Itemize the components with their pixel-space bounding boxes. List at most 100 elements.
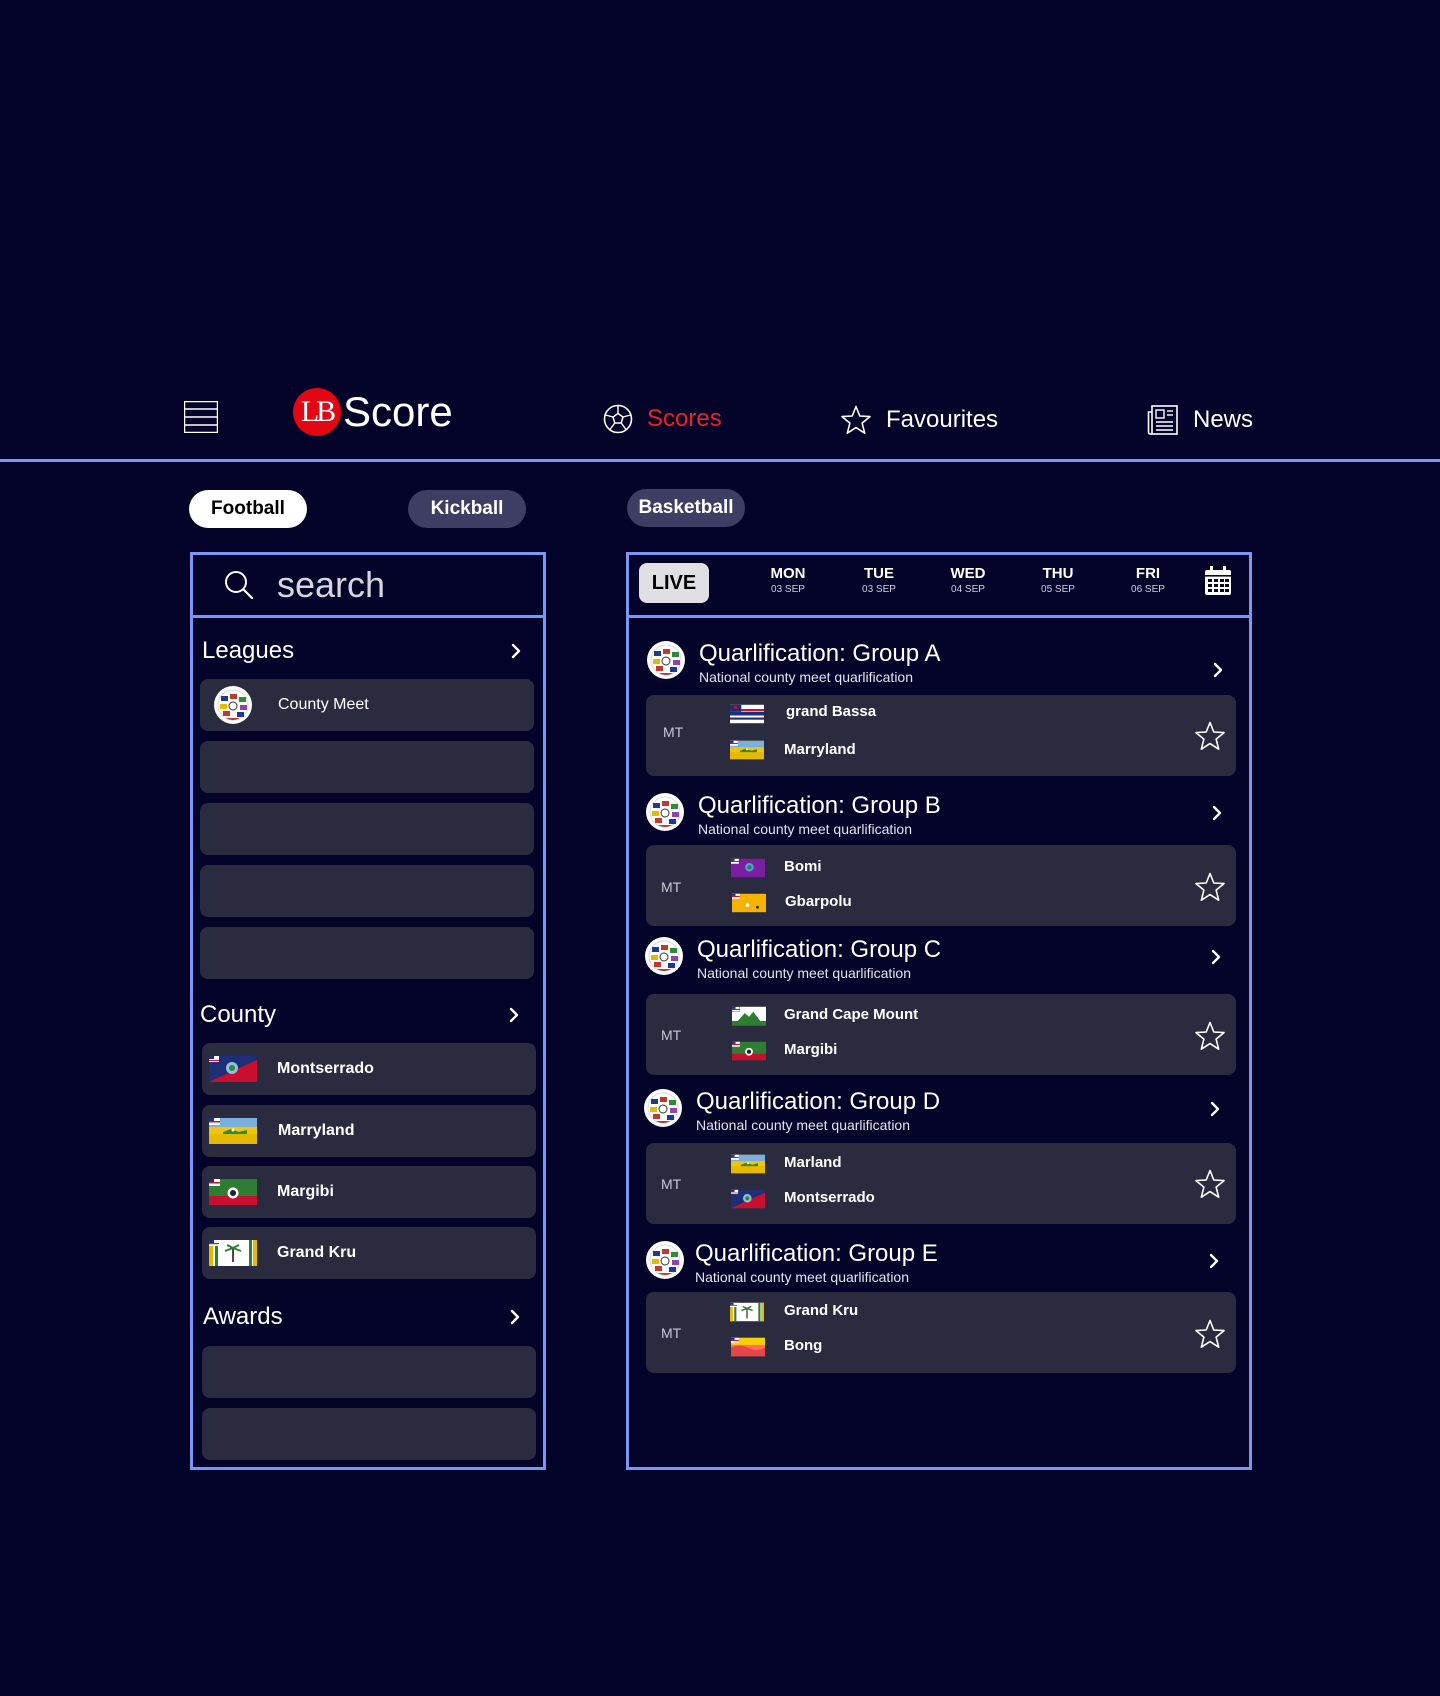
match-card[interactable]: MT grand Bassa Marryland — [646, 695, 1236, 776]
marryland-flag-icon — [730, 740, 764, 760]
margibi-flag-icon — [209, 1179, 257, 1205]
nav-news[interactable]: News — [1147, 404, 1253, 436]
live-button[interactable]: LIVE — [639, 563, 709, 603]
match-card[interactable]: MT Bomi Gbarpolu — [646, 845, 1236, 926]
search-bar — [193, 555, 543, 618]
match-card[interactable]: MT Marland Montserrado — [646, 1143, 1236, 1224]
app-logo[interactable]: LB Score — [293, 386, 453, 438]
header-divider — [0, 459, 1440, 462]
home-team: Bomi — [784, 858, 822, 875]
award-item[interactable] — [202, 1346, 536, 1398]
county-item-montserrado[interactable]: Montserrado — [202, 1043, 536, 1095]
county-item-grand-kru[interactable]: Grand Kru — [202, 1227, 536, 1279]
home-team: Grand Kru — [784, 1302, 859, 1319]
county-item-marryland[interactable]: Marryland — [202, 1105, 536, 1157]
day-date: 03 SEP — [771, 584, 805, 595]
county-header[interactable]: County — [200, 1001, 522, 1029]
group-title[interactable]: Quarlification: Group B — [698, 792, 941, 820]
day-tue[interactable]: TUE 03 SEP — [849, 565, 909, 595]
sport-tab-kickball[interactable]: Kickball — [408, 490, 526, 528]
nav-favourites-label: Favourites — [886, 406, 999, 433]
match-status: MT — [663, 724, 684, 740]
chevron-right-icon[interactable] — [1209, 805, 1225, 821]
day-date: 03 SEP — [862, 584, 896, 595]
favourite-star-icon[interactable] — [1194, 871, 1226, 903]
awards-header[interactable]: Awards — [203, 1303, 523, 1331]
match-card[interactable]: MT Grand Cape Mount Margibi — [646, 994, 1236, 1075]
day-date: 05 SEP — [1041, 584, 1075, 595]
league-logo-icon — [644, 936, 684, 976]
group-subtitle: National county meet quarlification — [698, 821, 913, 837]
logo-text: Score — [343, 388, 453, 435]
award-item[interactable] — [202, 1408, 536, 1460]
chevron-right-icon — [508, 643, 524, 659]
day-wed[interactable]: WED 04 SEP — [938, 565, 998, 595]
league-item-county-meet[interactable]: County Meet — [200, 679, 534, 731]
chevron-right-icon — [507, 1309, 523, 1325]
group-subtitle: National county meet quarlification — [697, 965, 912, 981]
grand-kru-flag-icon — [209, 1240, 257, 1266]
day-thu[interactable]: THU 05 SEP — [1028, 565, 1088, 595]
day-fri[interactable]: FRI 06 SEP — [1118, 565, 1178, 595]
group-title[interactable]: Quarlification: Group D — [696, 1088, 940, 1116]
calendar-icon[interactable] — [1204, 566, 1232, 601]
chevron-right-icon[interactable] — [1208, 949, 1224, 965]
grand-kru-flag-icon — [730, 1302, 764, 1322]
favourite-star-icon[interactable] — [1194, 720, 1226, 752]
county-item-label: Marryland — [278, 1122, 355, 1139]
away-team: Marryland — [784, 741, 856, 758]
matches-panel: LIVE MON 03 SEP TUE 03 SEP WED 04 SEP TH… — [626, 552, 1252, 1470]
county-item-label: Margibi — [277, 1183, 334, 1200]
group-title[interactable]: Quarlification: Group E — [695, 1240, 938, 1268]
home-team: grand Bassa — [786, 703, 877, 720]
leagues-header[interactable]: Leagues — [202, 637, 524, 665]
nav-favourites[interactable]: Favourites — [840, 404, 998, 436]
home-team: Grand Cape Mount — [784, 1006, 919, 1023]
league-item[interactable] — [200, 803, 534, 855]
county-item-label: Grand Kru — [277, 1244, 357, 1261]
league-item[interactable] — [200, 741, 534, 793]
day-date: 06 SEP — [1131, 584, 1165, 595]
bomi-flag-icon — [731, 858, 765, 878]
match-status: MT — [661, 1027, 682, 1043]
league-logo-icon — [646, 640, 686, 680]
home-team: Marland — [784, 1154, 842, 1171]
sidebar-panel: Leagues County Meet County Montserrado M… — [190, 552, 546, 1470]
bong-flag-icon — [731, 1337, 765, 1357]
montserrado-flag-icon — [731, 1189, 765, 1209]
away-team: Margibi — [784, 1041, 838, 1058]
favourite-star-icon[interactable] — [1194, 1318, 1226, 1350]
date-selector: LIVE MON 03 SEP TUE 03 SEP WED 04 SEP TH… — [629, 555, 1249, 618]
league-item[interactable] — [200, 865, 534, 917]
away-team: Bong — [784, 1337, 823, 1354]
day-name: FRI — [1135, 565, 1161, 582]
menu-icon[interactable] — [183, 400, 219, 434]
chevron-right-icon[interactable] — [1210, 662, 1226, 678]
day-name: TUE — [864, 565, 894, 582]
match-card[interactable]: MT Grand Kru Bong — [646, 1292, 1236, 1373]
league-item[interactable] — [200, 927, 534, 979]
favourite-star-icon[interactable] — [1194, 1168, 1226, 1200]
logo-badge: LB — [293, 388, 341, 436]
sport-tab-basketball[interactable]: Basketball — [627, 489, 745, 527]
nav-scores[interactable]: Scores — [603, 404, 722, 434]
league-logo-icon — [645, 792, 685, 832]
nav-news-label: News — [1193, 406, 1254, 433]
chevron-right-icon[interactable] — [1206, 1253, 1222, 1269]
sport-tab-football[interactable]: Football — [189, 490, 307, 528]
favourite-star-icon[interactable] — [1194, 1020, 1226, 1052]
chevron-right-icon[interactable] — [1207, 1101, 1223, 1117]
chevron-right-icon — [506, 1007, 522, 1023]
star-icon — [840, 404, 872, 436]
day-name: WED — [950, 565, 986, 582]
search-input[interactable] — [275, 563, 519, 607]
search-icon — [225, 571, 254, 600]
grand-cape-mount-flag-icon — [732, 1006, 766, 1026]
group-subtitle: National county meet quarlification — [699, 669, 914, 685]
leagues-title: Leagues — [202, 637, 295, 664]
group-title[interactable]: Quarlification: Group A — [699, 640, 940, 668]
league-logo-icon — [645, 1240, 685, 1280]
group-title[interactable]: Quarlification: Group C — [697, 936, 941, 964]
day-mon[interactable]: MON 03 SEP — [758, 565, 818, 595]
county-item-margibi[interactable]: Margibi — [202, 1166, 536, 1218]
